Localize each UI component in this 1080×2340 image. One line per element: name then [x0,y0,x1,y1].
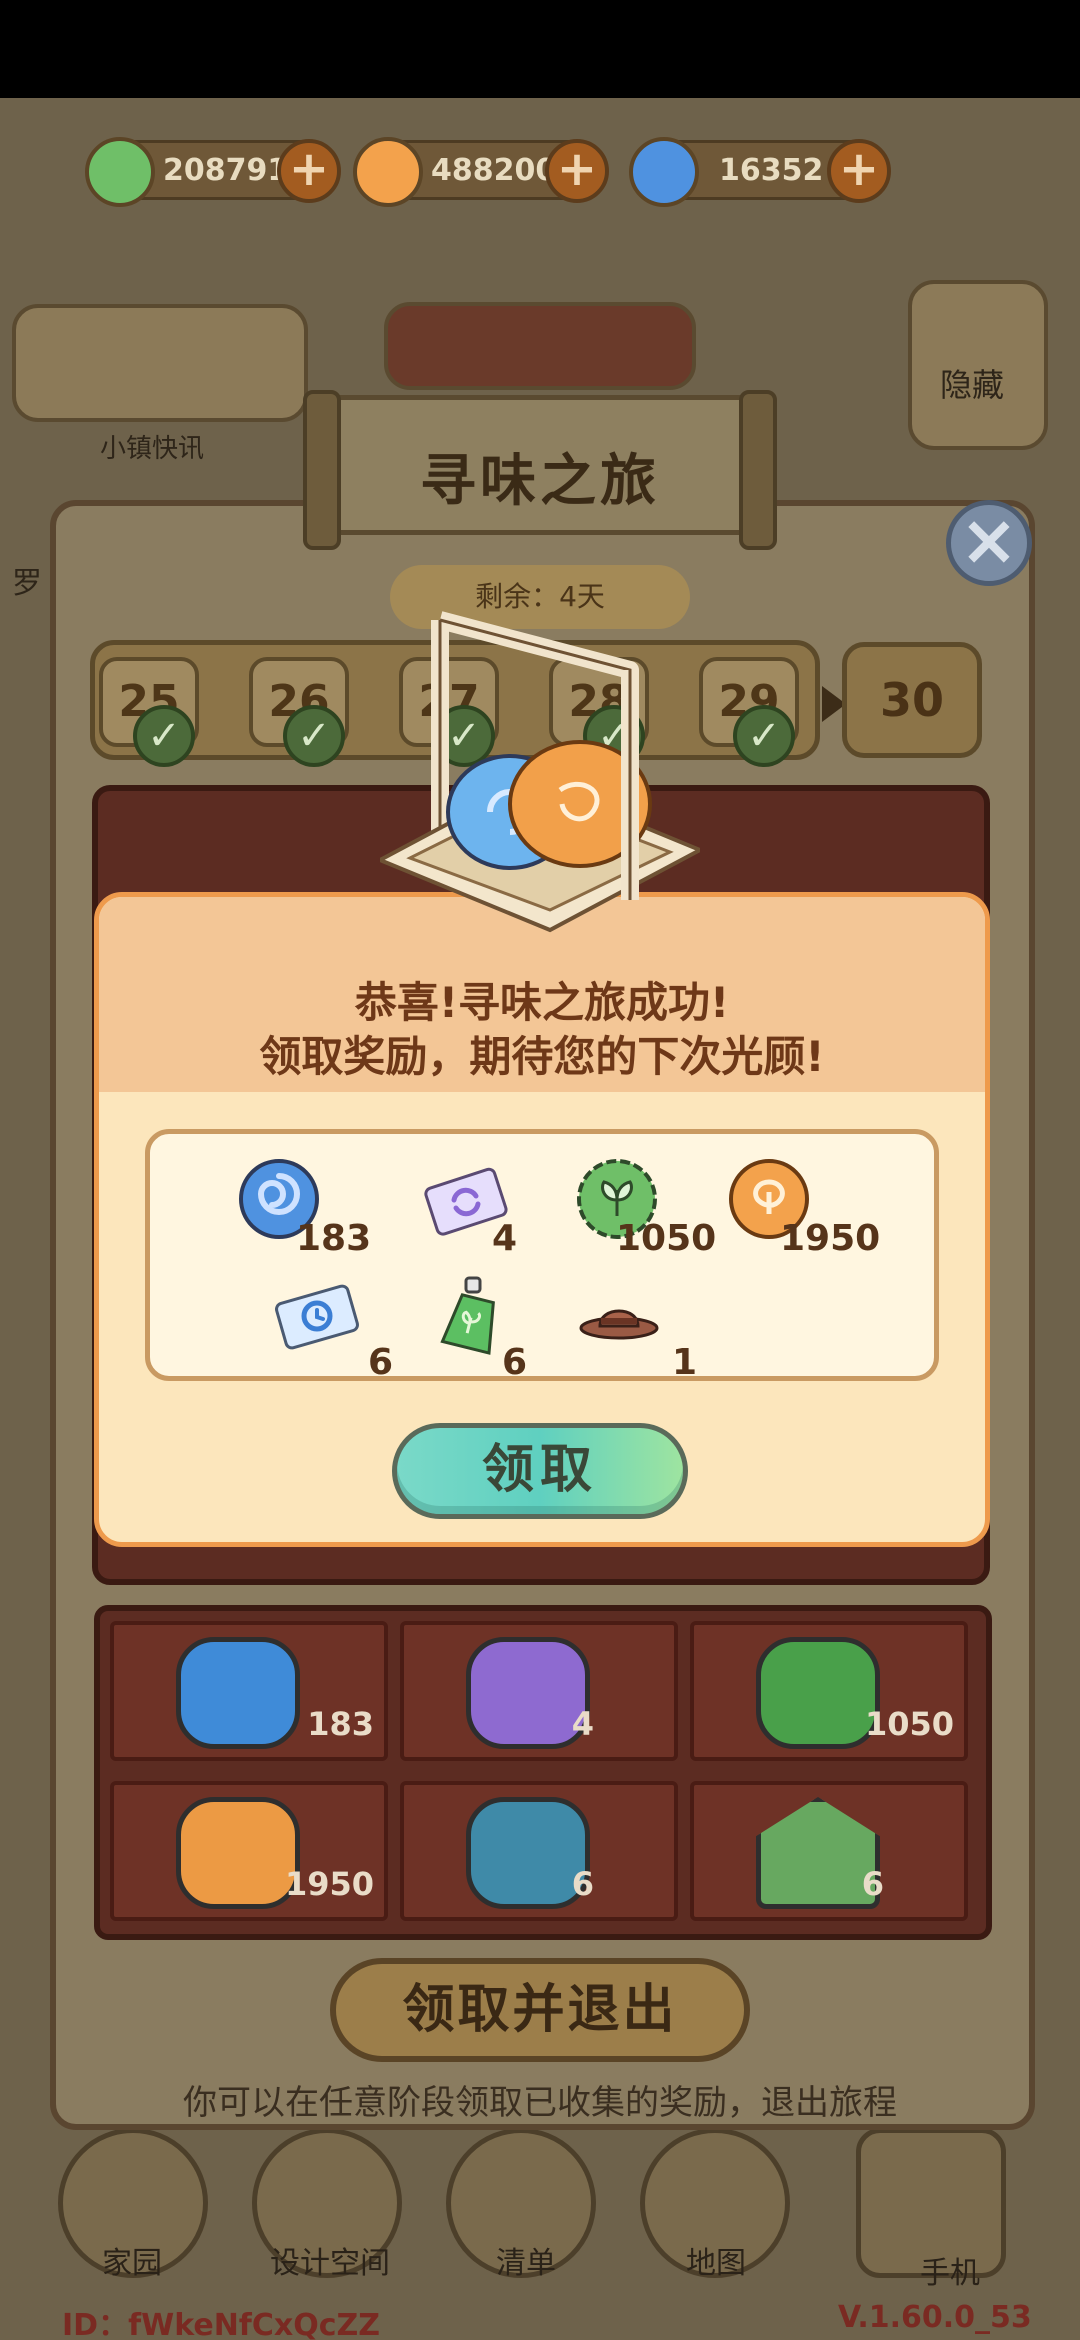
item-count: 1050 [864,1705,954,1743]
collected-item: 1050 [690,1621,968,1761]
claim-button[interactable]: 领取 [392,1423,688,1519]
check-icon: ✓ [283,705,345,767]
reward-count: 1950 [780,1218,881,1259]
check-icon: ✓ [133,705,195,767]
reward-item: 6 [426,1272,576,1383]
leaf-coin-icon [85,137,155,207]
orange-mooncake-icon [176,1797,300,1909]
nav-map-label: 地图 [686,2246,746,2281]
nav-home-label: 家园 [102,2246,162,2281]
day-25[interactable]: 25 ✓ [99,657,199,767]
orange-coin-icon [353,137,423,207]
add-currency-button[interactable]: + [277,139,341,203]
reward-count: 6 [368,1342,394,1383]
timer-ticket-icon [275,1284,359,1350]
nav-checklist-label: 清单 [496,2246,556,2281]
close-button[interactable]: × [946,500,1032,586]
status-bar [0,0,1080,98]
reward-item: 1050 [574,1156,724,1266]
collected-grid: 183 4 1050 1950 6 6 [94,1605,992,1940]
reward-item: 183 [236,1156,386,1266]
currency-value: 208791 [163,153,289,188]
swirl-mooncake-icon [176,1637,300,1749]
nav-phone-label: 手机 [920,2256,980,2291]
claim-and-exit-button[interactable]: 领取并退出 [330,1958,750,2062]
hide-label: 隐藏 [940,366,1005,404]
popup-congrats-text: 恭喜!寻味之旅成功! [354,978,730,1027]
reward-list: 183 4 1050 1950 6 6 1 [145,1129,939,1383]
add-currency-button[interactable]: + [545,139,609,203]
reward-count: 183 [296,1218,372,1259]
town-news-card[interactable] [12,304,308,422]
currency-value: 16352 [719,153,824,188]
mooncake-basket-icon [380,611,700,933]
reward-count: 1 [672,1342,698,1383]
reward-count: 6 [502,1342,528,1383]
day-30[interactable]: 30 [842,642,982,758]
sprout-bottle-icon [440,1276,495,1355]
version-label: V.1.60.0_53 [838,2300,1032,2335]
nav-design-label: 设计空间 [270,2246,390,2281]
check-icon: ✓ [733,705,795,767]
event-title-scroll: 寻味之旅 [303,390,777,550]
collected-item: 6 [400,1781,678,1921]
item-count: 6 [571,1865,594,1903]
currency-orange: 488200 + [353,137,609,207]
collected-item: 183 [110,1621,388,1761]
day-26[interactable]: 26 ✓ [249,657,349,767]
swirl-coin-icon [629,137,699,207]
reward-item: 6 [274,1272,424,1383]
collected-item: 1950 [110,1781,388,1921]
add-currency-button[interactable]: + [827,139,891,203]
item-count: 4 [571,1705,594,1743]
currency-value: 488200 [431,153,557,188]
reward-count: 1050 [616,1218,717,1259]
item-count: 183 [307,1705,374,1743]
town-news-label: 小镇快讯 [100,434,205,464]
collected-item: 6 [690,1781,968,1921]
reward-item: 4 [422,1156,572,1266]
item-count: 6 [861,1865,884,1903]
hint-text: 你可以在任意阶段领取已收集的奖励，退出旅程 [183,2083,897,2123]
hat-icon [579,1309,659,1340]
player-id: ID：fWkeNfCxQcZZ [62,2308,381,2340]
reward-item: 1 [576,1272,726,1383]
event-title: 寻味之旅 [420,449,660,514]
reward-count: 4 [492,1218,518,1259]
item-count: 1950 [284,1865,374,1903]
left-side-label: 罗 [12,566,42,601]
day-29[interactable]: 29 ✓ [699,657,799,767]
green-mooncake-icon [756,1637,880,1749]
currency-swirl: 16352 + [629,137,891,207]
popup-subtitle-text: 领取奖励，期待您的下次光顾! [259,1032,825,1081]
currency-leaf: 208791 + [85,137,341,207]
banner-slot [384,302,696,390]
collected-item: 4 [400,1621,678,1761]
reward-item: 1950 [726,1156,880,1266]
